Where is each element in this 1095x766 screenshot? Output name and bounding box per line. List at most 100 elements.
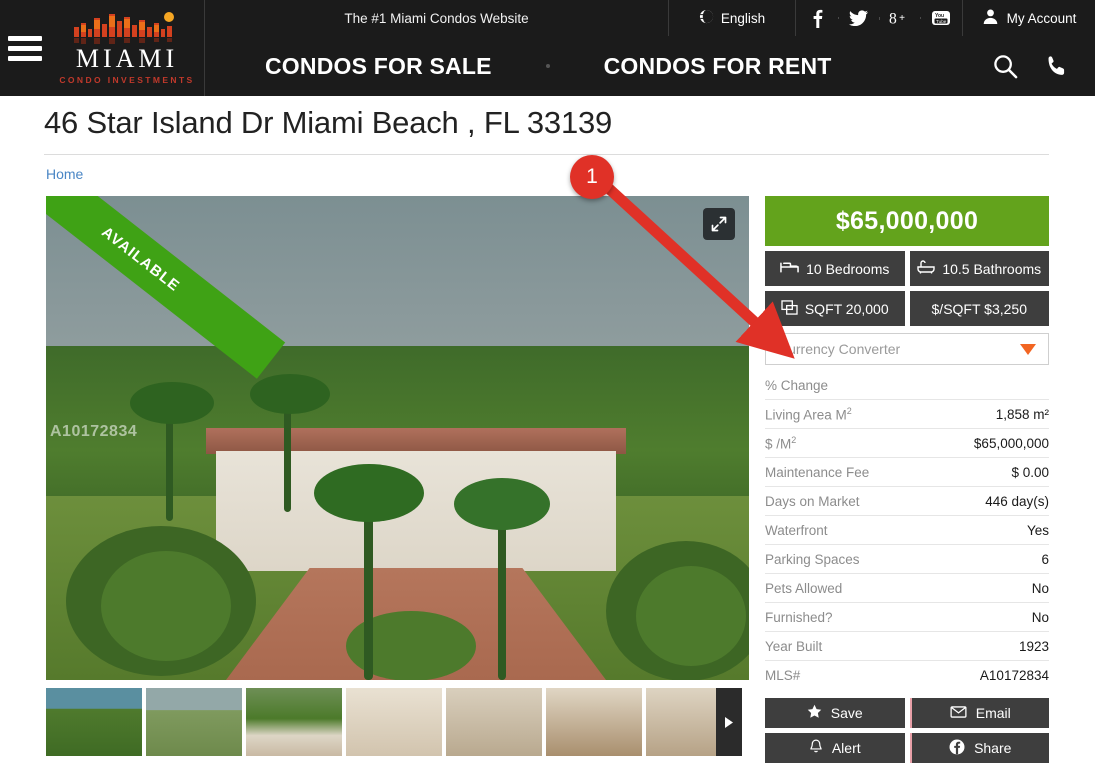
spec-bedrooms-label: 10 Bedrooms [806,260,890,277]
currency-converter: Currency Converter [765,333,1049,365]
globe-icon [699,9,714,27]
fact-key: % Change [765,377,829,393]
logo-name: MIAMI [75,44,179,73]
fact-row: $ /M2 $65,000,000 [765,429,1049,458]
fact-row: Maintenance Fee $ 0.00 [765,458,1049,487]
nav-condos-for-sale[interactable]: CONDOS FOR SALE [265,53,492,80]
spec-sqft-label: SQFT 20,000 [804,300,889,317]
spec-bedrooms[interactable]: 10 Bedrooms [765,251,905,286]
listing-panel: $65,000,000 10 Bedrooms 10.5 Bathrooms S… [765,196,1049,763]
logo-tagline: CONDO INVESTMENTS [59,75,195,85]
fact-value: A10172834 [979,668,1049,683]
envelope-icon [950,705,967,721]
google-plus-icon[interactable]: 8 + [879,10,920,27]
thumbnail-1[interactable] [46,688,142,756]
user-icon [982,8,999,28]
search-icon[interactable] [993,54,1018,79]
fact-key: MLS# [765,668,801,683]
youtube-icon[interactable]: You Tube [920,10,961,26]
property-facts: % Change Living Area M2 1,858 m² $ /M2 $… [765,371,1049,690]
thumbnail-6[interactable] [546,688,642,756]
listing-specs: 10 Bedrooms 10.5 Bathrooms SQFT 20,000 $… [765,251,1049,326]
thumbnail-7[interactable] [646,688,742,756]
brand-zone: MIAMI CONDO INVESTMENTS [0,0,205,96]
alert-button[interactable]: Alert [765,733,905,763]
my-account-label: My Account [1006,10,1077,26]
language-selector[interactable]: English [669,0,796,36]
next-arrow-icon[interactable] [716,688,742,756]
photo-watermark: A10172834 [50,423,138,440]
spec-bathrooms[interactable]: 10.5 Bathrooms [909,251,1049,286]
email-button[interactable]: Email [909,698,1049,728]
fact-key: Parking Spaces [765,551,860,567]
thumbnail-5[interactable] [446,688,542,756]
fact-value: Yes [1026,522,1049,538]
social-links: 8 + You Tube [796,0,963,36]
language-label: English [720,10,766,26]
my-account-link[interactable]: My Account [963,0,1095,36]
fact-key: Pets Allowed [765,580,843,596]
thumbnail-2[interactable] [146,688,242,756]
phone-icon[interactable] [1044,54,1069,79]
fact-value: $ 0.00 [1011,464,1049,480]
bell-icon [809,739,823,757]
fact-row: Furnished? No [765,603,1049,632]
fact-key: Year Built [765,638,823,654]
fact-row: Pets Allowed No [765,574,1049,603]
save-button[interactable]: Save [765,698,905,728]
twitter-icon[interactable] [838,10,879,26]
nav-condos-for-rent[interactable]: CONDOS FOR RENT [604,53,832,80]
nav-separator-dot [545,64,550,68]
listing-price: $65,000,000 [765,196,1049,246]
area-icon [781,299,798,318]
facebook-icon [949,739,965,758]
fact-key: Days on Market [765,493,860,509]
svg-text:8: 8 [889,10,897,26]
listing-actions: Save Email Alert Share [765,698,1049,763]
save-label: Save [830,705,863,721]
page-content: 46 Star Island Dr Miami Beach , FL 33139… [0,96,1095,766]
fact-value: No [1031,609,1049,625]
fact-key: $ /M2 [765,434,797,452]
hamburger-menu-icon[interactable] [8,35,42,61]
fact-value: 446 day(s) [985,493,1049,509]
svg-text:+: + [899,12,905,23]
share-label: Share [974,740,1012,756]
email-label: Email [975,705,1011,721]
share-button[interactable]: Share [909,733,1049,763]
fact-row: Living Area M2 1,858 m² [765,400,1049,429]
fact-key: Maintenance Fee [765,464,870,480]
thumbnail-3[interactable] [246,688,342,756]
fact-row: Year Built 1923 [765,632,1049,661]
site-logo[interactable]: MIAMI CONDO INVESTMENTS [52,11,202,85]
fact-row: Days on Market 446 day(s) [765,487,1049,516]
star-icon [807,704,822,722]
skyline-graphic [52,11,202,45]
svg-text:Tube: Tube [936,19,947,24]
fact-row: % Change [765,371,1049,400]
property-detail-page: The #1 Miami Condos Website English 8 + Y… [0,0,1095,766]
main-navigation: CONDOS FOR SALE CONDOS FOR RENT [205,36,1095,96]
fact-key: Furnished? [765,609,833,625]
fact-value: No [1031,580,1049,596]
fact-value: 6 [1041,551,1049,567]
spec-sqft[interactable]: SQFT 20,000 [765,291,905,326]
expand-icon[interactable] [703,208,735,240]
property-gallery[interactable]: AVAILABLE A10172834 [46,196,749,680]
page-title: 46 Star Island Dr Miami Beach , FL 33139 [44,105,613,140]
currency-converter-select[interactable]: Currency Converter [765,333,1049,365]
spec-price-per-sqft-label: $/SQFT $3,250 [931,300,1027,317]
alert-label: Alert [831,740,861,756]
chevron-down-icon [1020,343,1036,355]
fact-row: Parking Spaces 6 [765,545,1049,574]
fact-value: 1,858 m² [995,406,1049,422]
spec-price-per-sqft[interactable]: $/SQFT $3,250 [909,291,1049,326]
currency-converter-placeholder: Currency Converter [778,341,901,357]
breadcrumb[interactable]: Home [46,166,83,182]
bed-icon [780,261,799,277]
spec-bathrooms-label: 10.5 Bathrooms [942,260,1042,277]
facebook-icon[interactable] [797,8,838,28]
thumbnail-4[interactable] [346,688,442,756]
fact-row: Waterfront Yes [765,516,1049,545]
site-tagline: The #1 Miami Condos Website [205,0,669,36]
